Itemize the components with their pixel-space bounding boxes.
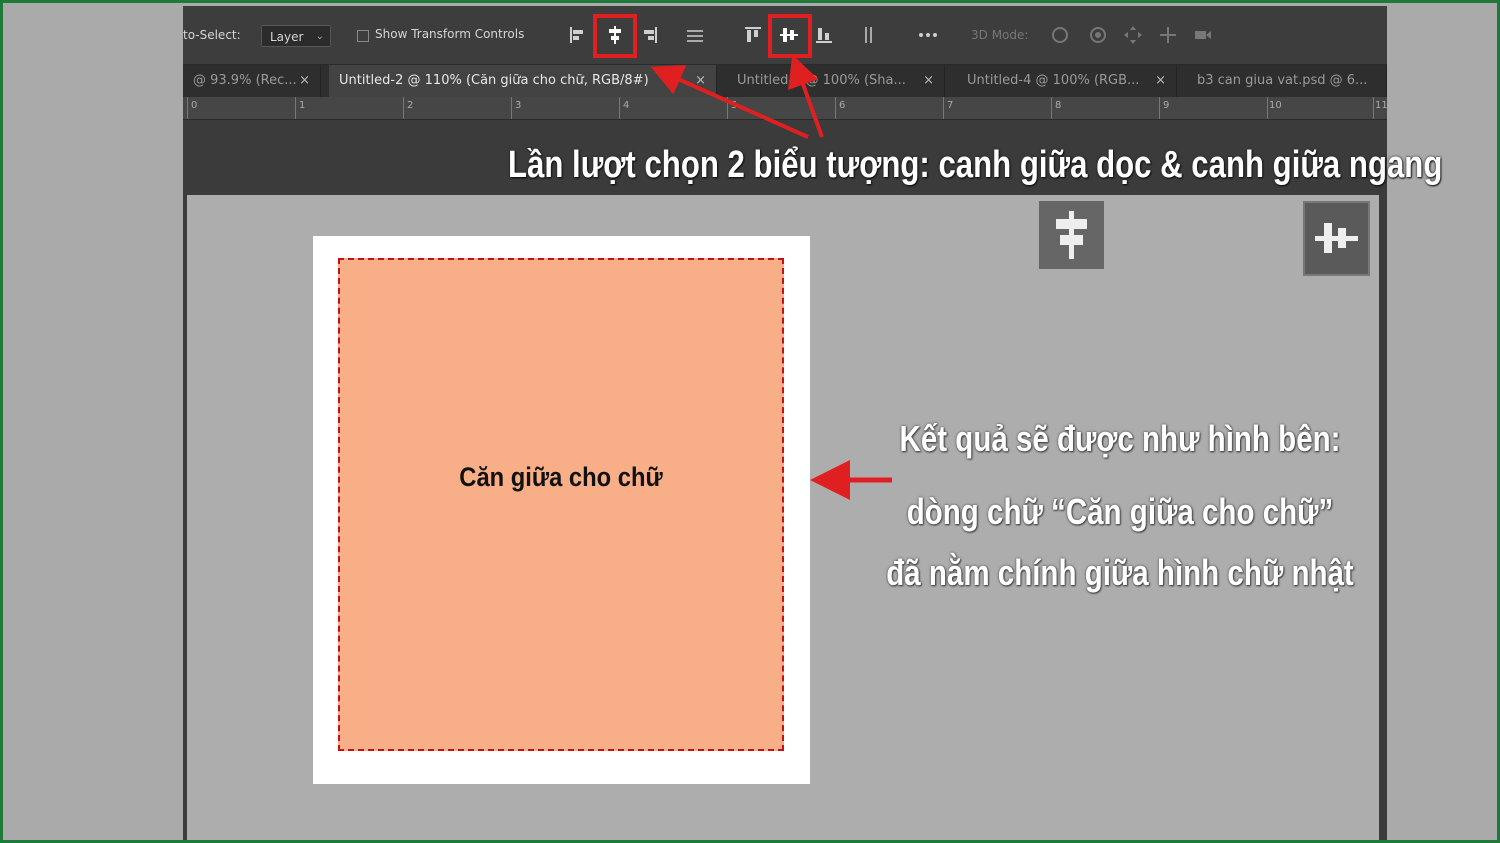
outer-frame bbox=[0, 0, 1500, 843]
